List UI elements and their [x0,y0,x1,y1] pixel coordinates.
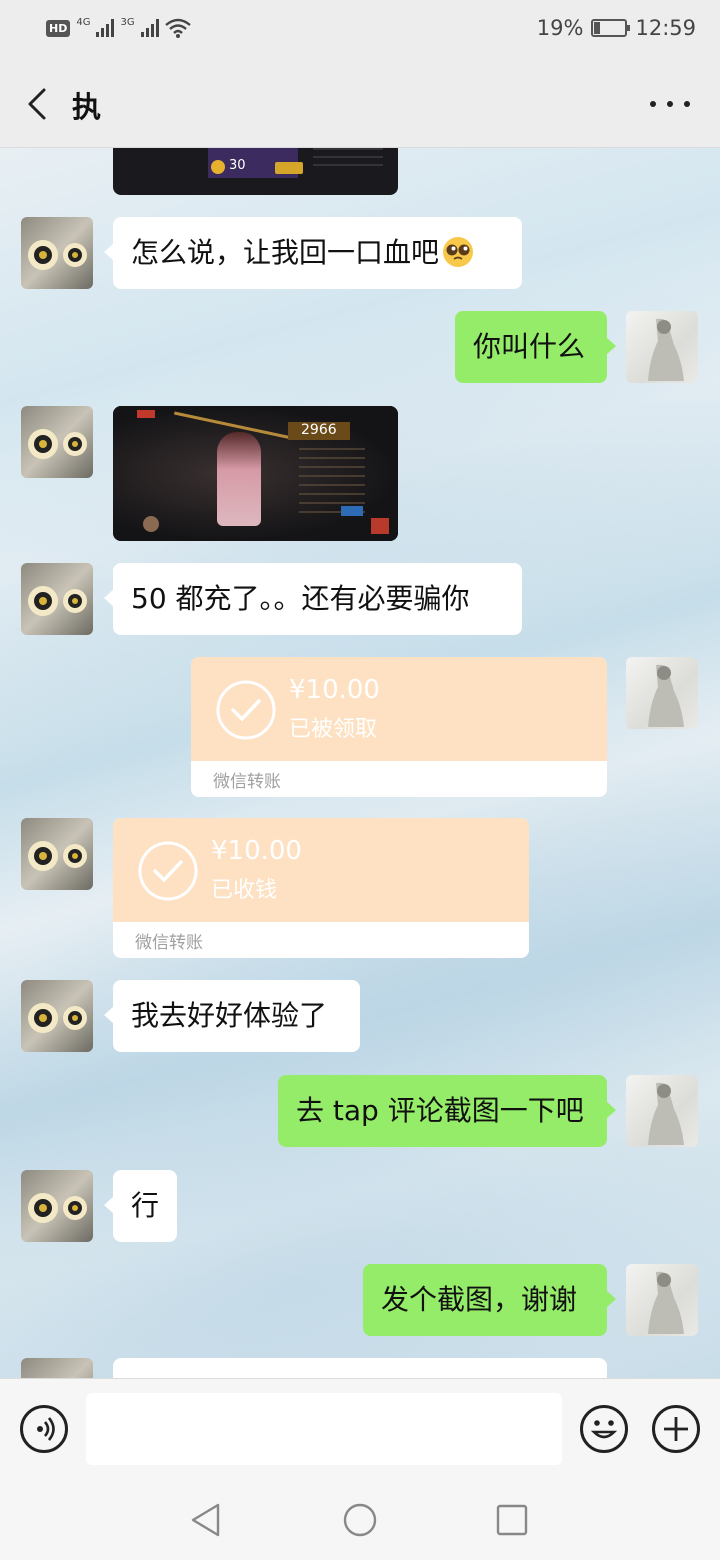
input-bar [0,1378,720,1478]
message-bubble[interactable]: 行 [104,1170,177,1242]
message-text: 行 [131,1189,160,1222]
message-bubble[interactable]: 我去好好体验了 [104,980,360,1052]
emoji-icon[interactable] [580,1405,628,1453]
transfer-status: 已被领取 [289,717,378,742]
avatar[interactable] [626,311,698,383]
avatar[interactable] [21,406,93,478]
message-text: 发个截图，谢谢 [381,1283,578,1316]
message-text: 去 tap 评论截图一下吧 [296,1094,584,1127]
transfer-footer: 微信转账 [135,933,203,953]
message-text: 50 都充了。。还有必要骗你 [131,582,470,615]
clock: 12:59 [635,16,696,40]
network-indicators: HD 4G 3G [46,16,191,38]
signal-icon [140,19,159,37]
wifi-icon [164,18,191,38]
system-navigation [0,1478,720,1560]
status-right: 19% 12:59 [537,16,696,40]
message-bubble[interactable]: 50 都充了。。还有必要骗你 [104,563,522,635]
chevron-left-icon[interactable] [22,86,52,122]
message-text: 你叫什么 [473,330,586,363]
avatar[interactable] [21,1170,93,1242]
plus-icon[interactable] [652,1405,700,1453]
chat-title: 执 [72,90,102,124]
hd-badge: HD [46,19,71,37]
transfer-status: 已收钱 [211,878,278,903]
image-caption: 2966 [301,422,337,438]
avatar[interactable] [21,217,93,289]
transfer-amount: ¥10.00 [211,836,302,866]
message-list[interactable]: 30 怎么说，让我回一口血吧 你叫什么 2966 50 都充了。。还有必要骗你 [0,148,720,1378]
more-dots-icon[interactable] [650,90,690,118]
message-text: 我去好好体验了 [131,999,328,1032]
message-bubble[interactable]: 发个截图，谢谢 [363,1264,616,1336]
avatar[interactable] [21,818,93,890]
triangle-back-icon[interactable] [188,1502,224,1538]
circle-home-icon[interactable] [342,1502,378,1538]
avatar[interactable] [626,1075,698,1147]
voice-icon[interactable] [20,1405,68,1453]
message-bubble[interactable]: 怎么说，让我回一口血吧 [104,217,522,289]
message-input[interactable] [86,1393,562,1465]
check-circle-icon [216,680,276,740]
image-caption: 30 [229,158,246,173]
sim1-label: 4G [76,16,91,28]
message-bubble[interactable] [113,1358,607,1378]
transfer-footer: 微信转账 [213,772,281,792]
message-text: 怎么说，让我回一口血吧 [131,236,440,269]
avatar[interactable] [626,657,698,729]
check-circle-icon [138,841,198,901]
image-message[interactable]: 30 [113,148,398,195]
transfer-card[interactable]: ¥10.00 已被领取 微信转账 [191,657,607,797]
sim2-label: 3G [120,16,135,28]
pleading-face-icon [443,237,474,267]
message-bubble[interactable]: 你叫什么 [455,311,616,383]
avatar[interactable] [21,563,93,635]
transfer-amount: ¥10.00 [289,675,380,705]
chat-header: 执 [0,60,720,148]
signal-icon [96,19,115,37]
avatar[interactable] [21,980,93,1052]
battery-icon [591,19,631,37]
avatar[interactable] [21,1358,93,1378]
avatar[interactable] [626,1264,698,1336]
message-bubble[interactable]: 去 tap 评论截图一下吧 [278,1075,616,1147]
image-message[interactable]: 2966 [113,406,398,541]
square-recents-icon[interactable] [494,1502,530,1538]
transfer-card[interactable]: ¥10.00 已收钱 微信转账 [113,818,529,958]
status-bar: HD 4G 3G 19% 12:59 [0,0,720,60]
battery-percent: 19% [536,16,584,40]
